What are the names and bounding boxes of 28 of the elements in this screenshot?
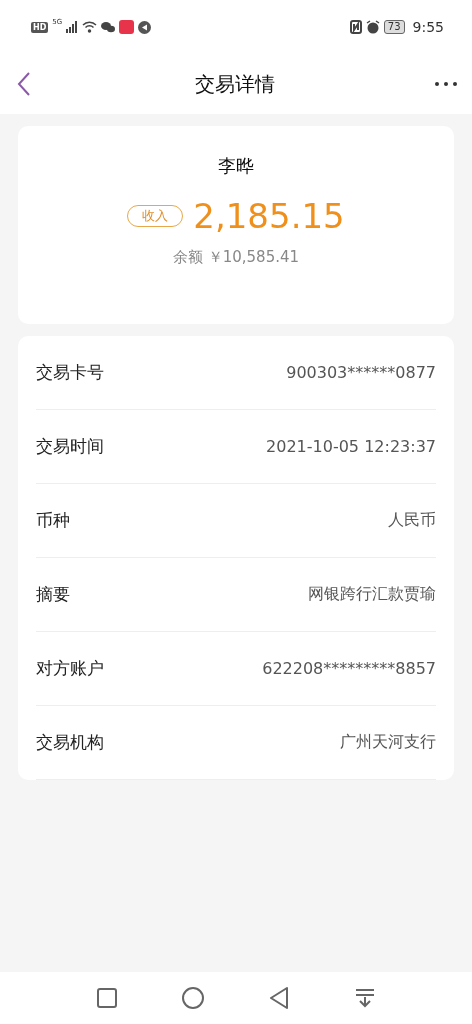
detail-value: 人民币 bbox=[388, 510, 436, 531]
app-icon bbox=[119, 20, 135, 34]
alarm-icon bbox=[365, 20, 380, 34]
detail-label: 交易时间 bbox=[36, 435, 104, 458]
hd-indicator: HD bbox=[31, 21, 49, 33]
detail-label: 对方账户 bbox=[36, 657, 104, 680]
nfc-icon bbox=[349, 20, 362, 34]
amount: 2,185.15 bbox=[193, 196, 345, 236]
detail-label: 摘要 bbox=[36, 583, 70, 606]
detail-value: 网银跨行汇款贾瑜 bbox=[308, 584, 436, 605]
battery-indicator: 73 bbox=[383, 20, 405, 34]
detail-value: 广州天河支行 bbox=[340, 732, 436, 753]
detail-label: 币种 bbox=[36, 509, 70, 532]
detail-value: 622208*********8857 bbox=[262, 659, 436, 678]
payer-name: 李晔 bbox=[218, 154, 254, 178]
page-title: 交易详情 bbox=[195, 70, 275, 98]
clock-time: 9:55 bbox=[412, 19, 444, 35]
home-button[interactable] bbox=[179, 987, 207, 1009]
detail-label: 交易机构 bbox=[36, 731, 104, 754]
detail-label: 交易卡号 bbox=[36, 361, 104, 384]
wifi-icon bbox=[82, 21, 98, 33]
more-button[interactable] bbox=[432, 82, 460, 86]
detail-value: 900303******0877 bbox=[286, 363, 436, 382]
detail-value: 2021-10-05 12:23:37 bbox=[266, 437, 436, 456]
chat-icon bbox=[101, 21, 116, 33]
balance-text: 余额 ￥10,585.41 bbox=[172, 248, 300, 267]
signal-icon bbox=[66, 21, 79, 33]
compass-icon bbox=[138, 20, 152, 34]
